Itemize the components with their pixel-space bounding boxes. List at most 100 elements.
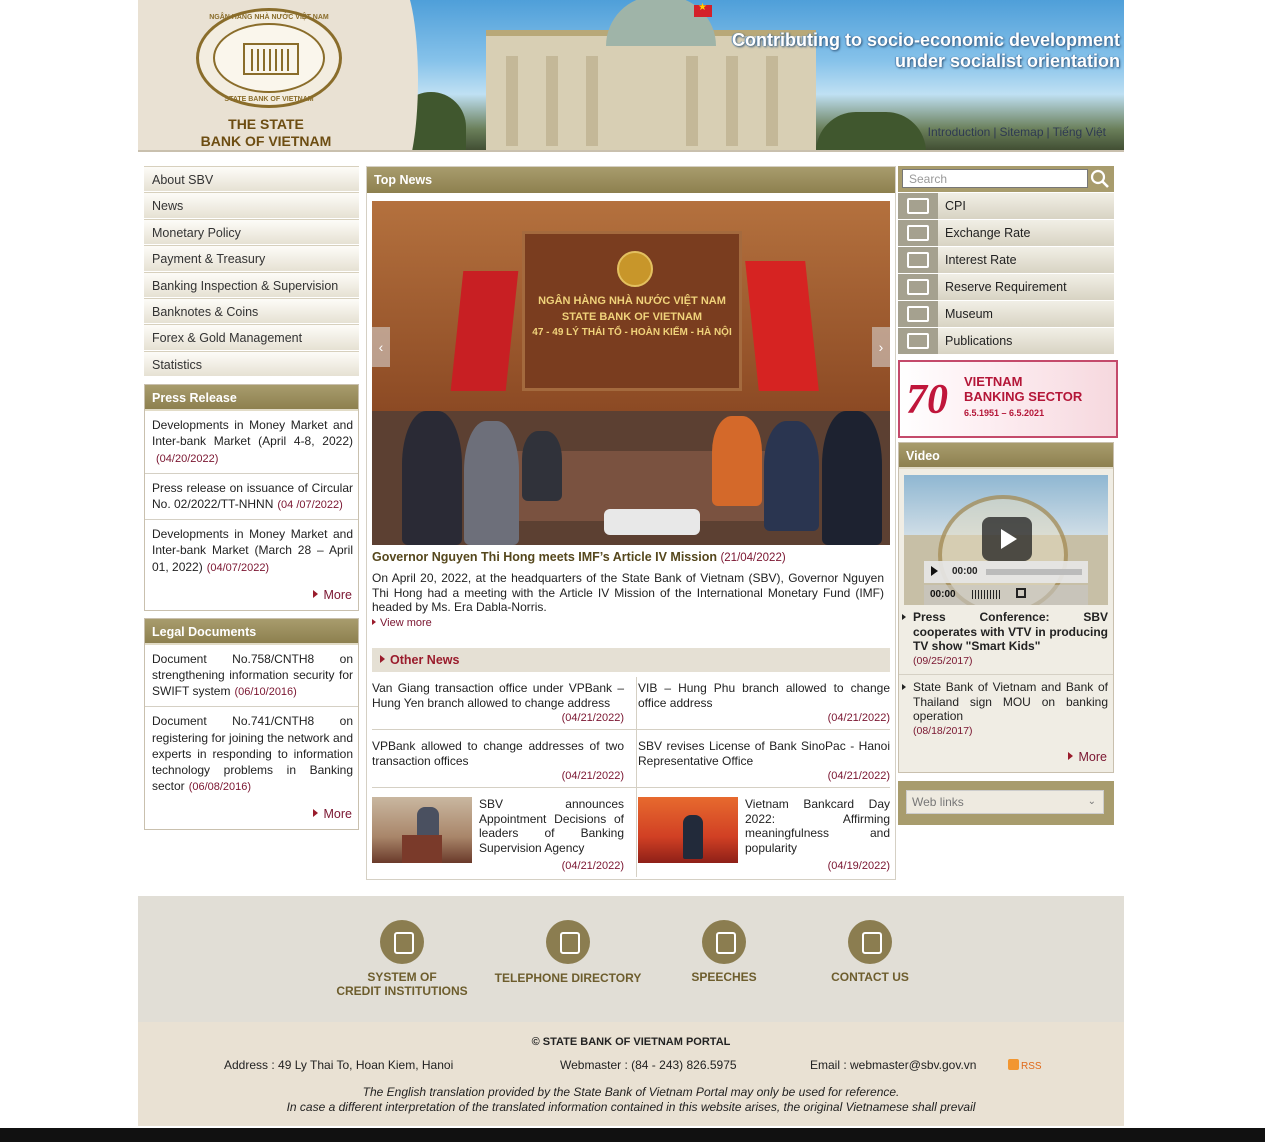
list-item[interactable]: Van Giang transaction office under VPBan… xyxy=(372,681,624,725)
list-item[interactable]: Developments in Money Market and Inter-b… xyxy=(145,520,358,582)
rss-icon xyxy=(1008,1059,1019,1070)
search-box: Search xyxy=(898,166,1114,192)
press-release-panel: Press Release Developments in Money Mark… xyxy=(144,384,359,611)
list-item[interactable]: Vietnam Bankcard Day 2022: Affirming mea… xyxy=(745,797,890,872)
bank-name: THE STATE BANK OF VIETNAM xyxy=(200,116,332,149)
phonebook-icon xyxy=(546,920,590,964)
press-more-link[interactable]: More xyxy=(145,582,358,610)
left-column: About SBV News Monetary Policy Payment &… xyxy=(144,166,359,831)
telephone-directory-button[interactable]: TELEPHONE DIRECTORY xyxy=(490,920,646,985)
fullscreen-icon[interactable] xyxy=(1016,588,1026,598)
list-item[interactable]: SBV announces Appointment Decisions of l… xyxy=(479,797,624,872)
flag-icon xyxy=(694,2,712,17)
video-controls-lower: 00:00 xyxy=(924,585,1088,605)
page-wrapper: Contributing to socio-economic developme… xyxy=(138,0,1124,1142)
list-item[interactable]: State Bank of Vietnam and Bank of Thaila… xyxy=(899,675,1113,744)
news-thumbnail[interactable] xyxy=(638,797,738,863)
video-player[interactable]: 00:00 00:00 xyxy=(904,475,1108,605)
news-thumbnail[interactable] xyxy=(372,797,472,863)
list-item[interactable]: Document No.758/CNTH8 on strengthening i… xyxy=(145,645,358,708)
list-item[interactable]: VIB – Hung Phu branch allowed to change … xyxy=(638,681,890,725)
video-more-link[interactable]: More xyxy=(899,744,1113,772)
nav-item-statistics[interactable]: Statistics xyxy=(144,350,359,378)
link-sitemap[interactable]: Sitemap xyxy=(999,125,1043,139)
quick-link-publications[interactable]: Publications xyxy=(898,328,1114,354)
link-vietnamese[interactable]: Tiếng Việt xyxy=(1053,125,1106,139)
right-column: Search CPI Exchange Rate Interest Rate R… xyxy=(898,166,1118,825)
sbv-logo-icon[interactable]: NGÂN HÀNG NHÀ NƯỚC VIỆT NAM STATE BANK O… xyxy=(196,8,342,108)
press-release-title: Press Release xyxy=(145,385,358,412)
legal-documents-panel: Legal Documents Document No.758/CNTH8 on… xyxy=(144,617,359,831)
speeches-button[interactable]: SPEECHES xyxy=(664,920,784,984)
top-news-title: Top News xyxy=(367,167,895,193)
nav-item-payment-treasury[interactable]: Payment & Treasury xyxy=(144,245,359,272)
search-icon[interactable] xyxy=(1090,169,1110,189)
arrow-right-icon xyxy=(312,589,318,598)
site-footer: © STATE BANK OF VIETNAM PORTAL Address :… xyxy=(138,1022,1124,1126)
site-header: Contributing to socio-economic developme… xyxy=(138,0,1124,152)
play-icon[interactable] xyxy=(982,517,1032,561)
list-item[interactable]: Press Conference: SBV cooperates with VT… xyxy=(899,605,1113,675)
rss-link[interactable]: RSS xyxy=(1008,1059,1042,1072)
slider-next-button[interactable]: › xyxy=(872,327,890,367)
center-column: Top News NGÂN HÀNG NHÀ NƯỚC VIỆT NAM STA… xyxy=(366,166,896,880)
arrow-right-icon xyxy=(902,614,906,620)
video-progress[interactable] xyxy=(986,569,1082,575)
nav-item-forex-gold[interactable]: Forex & Gold Management xyxy=(144,324,359,351)
arrow-right-icon xyxy=(902,684,906,690)
quick-link-museum[interactable]: Museum xyxy=(898,301,1114,327)
header-slogan: Contributing to socio-economic developme… xyxy=(731,30,1120,71)
list-item[interactable]: Developments in Money Market and Inter-b… xyxy=(145,411,358,474)
copyright: © STATE BANK OF VIETNAM PORTAL xyxy=(531,1036,731,1048)
slider-prev-button[interactable]: ‹ xyxy=(372,327,390,367)
weblinks-select[interactable]: Web links ⌄ xyxy=(906,790,1104,814)
link-introduction[interactable]: Introduction xyxy=(928,125,991,139)
top-news-slider[interactable]: NGÂN HÀNG NHÀ NƯỚC VIỆT NAM STATE BANK O… xyxy=(372,201,890,545)
slide-wall-text: NGÂN HÀNG NHÀ NƯỚC VIỆT NAM STATE BANK O… xyxy=(532,295,732,338)
chart-icon xyxy=(898,247,938,273)
nav-item-about[interactable]: About SBV xyxy=(144,166,359,193)
bottom-bar xyxy=(0,1128,1265,1142)
legal-more-link[interactable]: More xyxy=(145,801,358,829)
footer-webmaster: Webmaster : (84 - 243) 826.5975 xyxy=(560,1058,737,1072)
footer-email[interactable]: Email : webmaster@sbv.gov.vn xyxy=(810,1058,976,1072)
nav-item-news[interactable]: News xyxy=(144,192,359,219)
quick-link-interest-rate[interactable]: Interest Rate xyxy=(898,247,1114,273)
anniversary-banner[interactable]: 70 VIETNAM BANKING SECTOR 6.5.1951 – 6.5.… xyxy=(898,360,1118,438)
exchange-icon xyxy=(898,220,938,246)
nav-item-banking-inspection[interactable]: Banking Inspection & Supervision xyxy=(144,271,359,298)
emblem-icon xyxy=(617,251,653,287)
top-news-summary: On April 20, 2022, at the headquarters o… xyxy=(372,571,884,614)
network-icon xyxy=(380,920,424,964)
quick-link-reserve-requirement[interactable]: Reserve Requirement xyxy=(898,274,1114,300)
people-icon xyxy=(702,920,746,964)
volume-icon[interactable] xyxy=(972,590,1002,599)
footer-icons: SYSTEM OF CREDIT INSTITUTIONS TELEPHONE D… xyxy=(138,896,1124,1022)
weblinks-box: Web links ⌄ xyxy=(898,781,1114,825)
video-title: Video xyxy=(899,443,1113,469)
view-more-link[interactable]: View more xyxy=(372,617,432,629)
top-links: Introduction | Sitemap | Tiếng Việt xyxy=(927,125,1106,139)
credit-institutions-button[interactable]: SYSTEM OF CREDIT INSTITUTIONS xyxy=(324,920,480,998)
chevron-down-icon: ⌄ xyxy=(1087,796,1096,807)
video-controls: 00:00 xyxy=(924,561,1088,583)
nav-item-monetary-policy[interactable]: Monetary Policy xyxy=(144,218,359,246)
arrow-right-icon xyxy=(372,619,376,625)
list-item[interactable]: Press release on issuance of Circular No… xyxy=(145,474,358,521)
list-item[interactable]: VPBank allowed to change addresses of tw… xyxy=(372,739,624,783)
list-item[interactable]: SBV revises License of Bank SinoPac - Ha… xyxy=(638,739,890,783)
cart-icon xyxy=(898,193,938,219)
museum-icon xyxy=(898,301,938,327)
video-panel: Video 00:00 00:00 Press Conference: SBV … xyxy=(898,442,1114,773)
contact-us-button[interactable]: CONTACT US xyxy=(810,920,930,984)
arrow-right-icon xyxy=(380,655,385,663)
search-input[interactable]: Search xyxy=(902,169,1088,188)
top-news-headline[interactable]: Governor Nguyen Thi Hong meets IMF’s Art… xyxy=(372,550,892,564)
legal-documents-title: Legal Documents xyxy=(145,618,358,645)
play-small-icon[interactable] xyxy=(931,566,938,576)
nav-item-banknotes[interactable]: Banknotes & Coins xyxy=(144,297,359,325)
quick-link-cpi[interactable]: CPI xyxy=(898,193,1114,219)
quick-link-exchange-rate[interactable]: Exchange Rate xyxy=(898,220,1114,246)
footer-address: Address : 49 Ly Thai To, Hoan Kiem, Hano… xyxy=(224,1058,454,1072)
list-item[interactable]: Document No.741/CNTH8 on registering for… xyxy=(145,707,358,801)
